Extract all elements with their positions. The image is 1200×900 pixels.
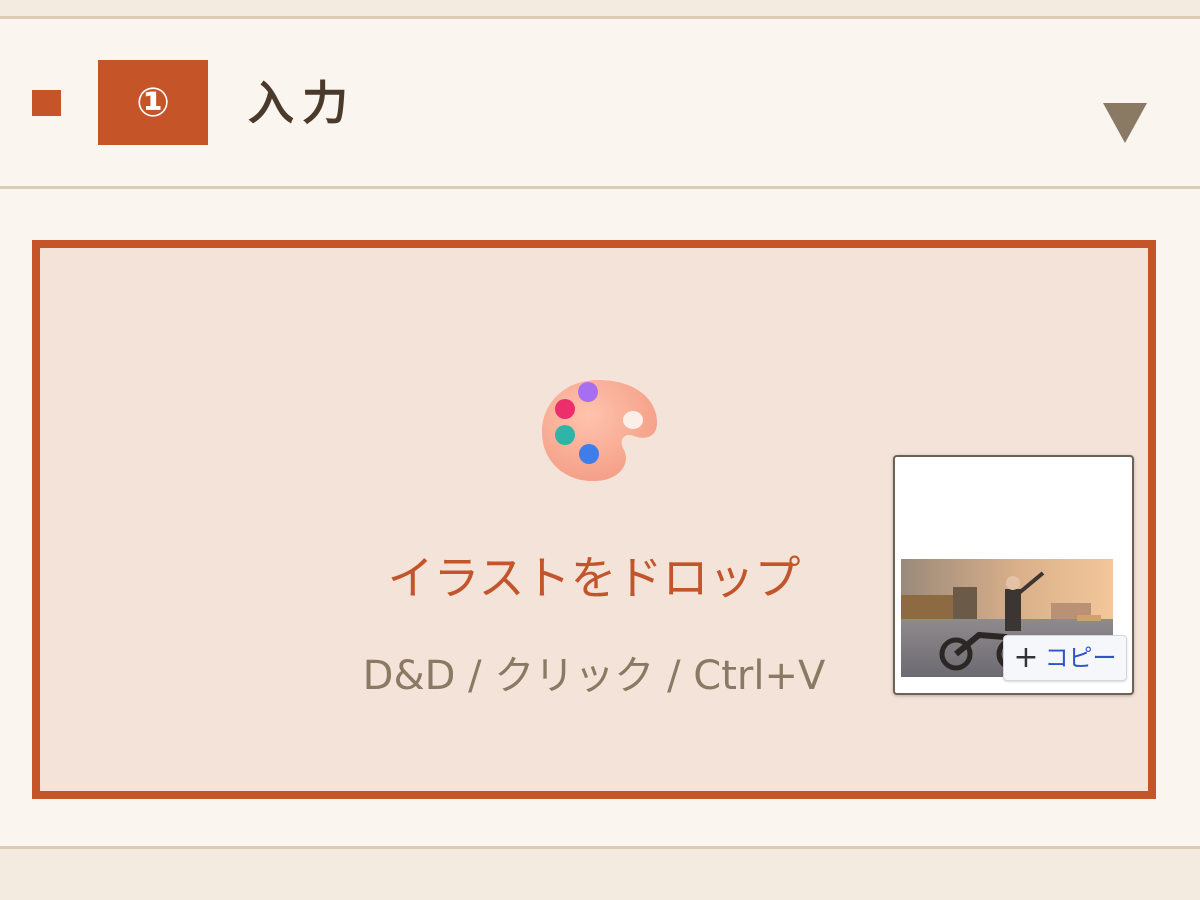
step-badge: ① — [98, 60, 208, 145]
copy-label: コピー — [1044, 644, 1117, 672]
drag-preview-card[interactable]: + コピー — [893, 455, 1134, 695]
bottom-divider — [0, 846, 1200, 900]
palette-icon — [542, 380, 658, 482]
triangle-down-icon[interactable] — [1103, 103, 1147, 143]
plus-icon: + — [1013, 640, 1039, 675]
copy-badge: + コピー — [1003, 635, 1127, 681]
illustration-dropzone[interactable]: イラストをドロップ D&D / クリック / Ctrl+V + コピー — [32, 240, 1156, 799]
input-panel: ① 入力 イラストをドロップ D&D / クリック / Ctrl+V + コピー — [0, 19, 1200, 846]
top-divider — [0, 0, 1200, 19]
section-title: 入力 — [248, 76, 356, 130]
section-header-input[interactable]: ① 入力 — [0, 19, 1200, 189]
section-bullet-icon — [32, 90, 61, 116]
